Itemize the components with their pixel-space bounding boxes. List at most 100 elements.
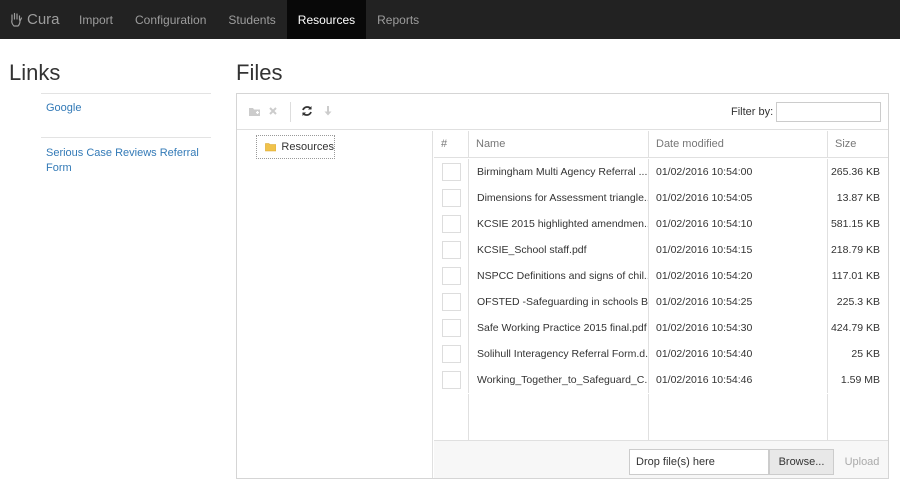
file-name[interactable]: NSPCC Definitions and signs of chil... (469, 263, 649, 289)
grid-divider (648, 394, 649, 440)
drop-zone[interactable]: Drop file(s) here (629, 449, 769, 475)
refresh-button[interactable] (300, 104, 314, 118)
links-heading: Links (9, 60, 61, 85)
row-checkbox[interactable] (442, 267, 461, 285)
file-date: 01/02/2016 10:54:40 (649, 341, 828, 367)
file-size: 1.59 MB (840, 374, 880, 386)
column-date-modified[interactable]: Date modified (649, 131, 828, 158)
filter-input[interactable] (776, 102, 881, 122)
row-select-cell (434, 237, 469, 263)
tree-node-label: Resources (281, 141, 334, 153)
nav-reports[interactable]: Reports (366, 0, 430, 39)
row-checkbox[interactable] (442, 293, 461, 311)
nav-resources[interactable]: Resources (286, 0, 367, 39)
file-name[interactable]: Solihull Interagency Referral Form.d... (469, 341, 649, 367)
file-name[interactable]: Birmingham Multi Agency Referral ... (469, 159, 649, 185)
row-select-cell (434, 315, 469, 341)
file-date: 01/02/2016 10:54:46 (649, 367, 828, 393)
hand-icon (11, 12, 23, 27)
nav-students-label: Students (228, 12, 276, 27)
files-heading: Files (236, 60, 283, 85)
file-manager: Filter by: Resources # Name Date modifie… (236, 93, 889, 479)
filter-label: Filter by: (731, 106, 774, 118)
table-row[interactable]: OFSTED -Safeguarding in schools B... 01/… (434, 289, 888, 315)
links-divider (41, 93, 211, 94)
delete-icon (269, 107, 277, 115)
file-size: 581.15 KB (830, 218, 880, 230)
grid-empty-area (434, 394, 888, 440)
row-checkbox[interactable] (442, 189, 461, 207)
top-navbar: Cura Import Configuration Students Resou… (0, 0, 900, 39)
file-size: 225.3 KB (836, 296, 880, 308)
nav-configuration-label: Configuration (135, 12, 207, 27)
row-select-cell (434, 263, 469, 289)
row-select-cell (434, 159, 469, 185)
file-date: 01/02/2016 10:54:20 (649, 263, 828, 289)
file-size: 218.79 KB (830, 244, 880, 256)
row-checkbox[interactable] (442, 345, 461, 363)
file-name[interactable]: OFSTED -Safeguarding in schools B... (469, 289, 649, 315)
new-folder-button[interactable] (247, 104, 261, 118)
column-name[interactable]: Name (469, 131, 649, 158)
file-name[interactable]: KCSIE 2015 highlighted amendmen... (469, 211, 649, 237)
file-date: 01/02/2016 10:54:10 (649, 211, 828, 237)
upload-button[interactable]: Upload (842, 449, 882, 475)
file-name[interactable]: KCSIE_School staff.pdf (469, 237, 649, 263)
table-row[interactable]: Dimensions for Assessment triangle... 01… (434, 185, 888, 211)
download-icon (324, 106, 332, 116)
nav-import-label: Import (79, 12, 114, 27)
file-size: 117.01 KB (831, 270, 880, 282)
file-date: 01/02/2016 10:54:15 (649, 237, 828, 263)
column-select[interactable]: # (434, 131, 469, 158)
upload-bar: Drop file(s) here Browse... Upload (434, 440, 888, 478)
file-size: 13.87 KB (836, 192, 880, 204)
nav-import[interactable]: Import (68, 0, 124, 39)
row-select-cell (434, 341, 469, 367)
row-checkbox[interactable] (442, 163, 461, 181)
grid-header: # Name Date modified Size (434, 131, 888, 158)
folder-icon (265, 143, 277, 152)
tree-node-resources[interactable]: Resources (256, 135, 335, 159)
browse-button[interactable]: Browse... (769, 449, 834, 475)
table-row[interactable]: Working_Together_to_Safeguard_C... 01/02… (434, 367, 888, 393)
file-date: 01/02/2016 10:54:30 (649, 315, 828, 341)
row-checkbox[interactable] (442, 215, 461, 233)
file-name[interactable]: Working_Together_to_Safeguard_C... (469, 367, 649, 393)
nav-resources-label: Resources (297, 12, 356, 27)
delete-button[interactable] (266, 104, 280, 118)
grid-divider (827, 394, 828, 440)
links-divider (41, 137, 211, 138)
file-date: 01/02/2016 10:54:05 (649, 185, 828, 211)
row-select-cell (434, 367, 469, 393)
brand-name: Cura (27, 11, 60, 28)
file-size: 424.79 KB (830, 322, 880, 334)
nav-configuration[interactable]: Configuration (124, 0, 217, 39)
nav-students[interactable]: Students (217, 0, 286, 39)
row-select-cell (434, 185, 469, 211)
table-row[interactable]: KCSIE_School staff.pdf 01/02/2016 10:54:… (434, 237, 888, 263)
file-toolbar: Filter by: (237, 94, 888, 130)
table-row[interactable]: NSPCC Definitions and signs of chil... 0… (434, 263, 888, 289)
row-checkbox[interactable] (442, 319, 461, 337)
link-serious-case-reviews[interactable]: Serious Case Reviews Referral Form (46, 146, 211, 176)
file-date: 01/02/2016 10:54:25 (649, 289, 828, 315)
row-checkbox[interactable] (442, 241, 461, 259)
row-checkbox[interactable] (442, 371, 461, 389)
table-row[interactable]: KCSIE 2015 highlighted amendmen... 01/02… (434, 211, 888, 237)
brand-logo[interactable]: Cura (0, 0, 68, 39)
file-size: 265.36 KB (830, 166, 880, 178)
file-name[interactable]: Dimensions for Assessment triangle... (469, 185, 649, 211)
table-row[interactable]: Solihull Interagency Referral Form.d... … (434, 341, 888, 367)
column-size[interactable]: Size (828, 131, 888, 158)
table-row[interactable]: Safe Working Practice 2015 final.pdf 01/… (434, 315, 888, 341)
grid-divider (468, 394, 469, 440)
file-grid: # Name Date modified Size Birmingham Mul… (434, 131, 888, 440)
file-name[interactable]: Safe Working Practice 2015 final.pdf (469, 315, 649, 341)
row-select-cell (434, 289, 469, 315)
file-date: 01/02/2016 10:54:00 (649, 159, 828, 185)
download-button[interactable] (321, 104, 335, 118)
file-size: 25 KB (851, 348, 880, 360)
table-row[interactable]: Birmingham Multi Agency Referral ... 01/… (434, 159, 888, 185)
link-google[interactable]: Google (46, 101, 81, 116)
folder-tree: Resources (237, 131, 433, 478)
